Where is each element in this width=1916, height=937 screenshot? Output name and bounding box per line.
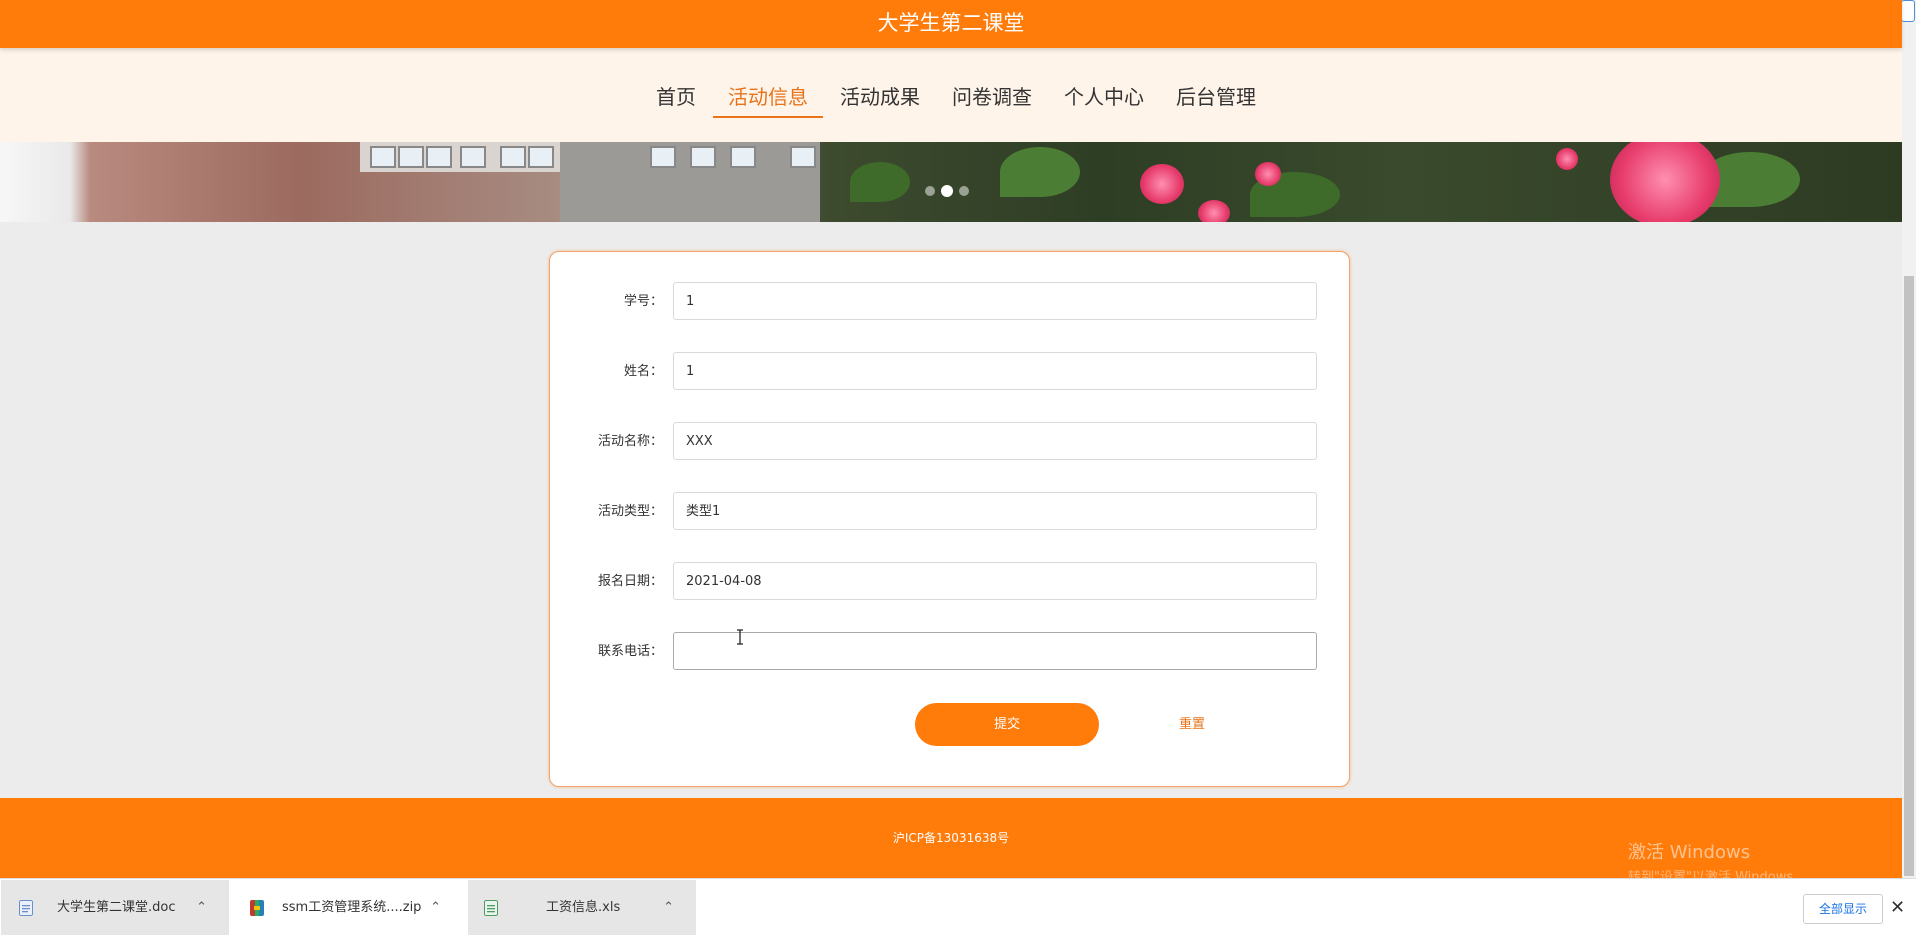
site-footer: 沪ICP备13031638号 (0, 798, 1902, 878)
phone-label: 联系电话： (597, 644, 663, 659)
name-input[interactable]: 1 (673, 352, 1317, 390)
carousel-dot-active[interactable] (941, 185, 953, 197)
signup-form-card: 学号： 1 姓名： 1 活动名称： XXX 活动类型： 类型1 报名日期： 20… (549, 251, 1350, 787)
windows-activation-watermark: 激活 Windows (1628, 842, 1751, 863)
text-cursor-icon (737, 629, 743, 645)
banner-flower (1140, 164, 1184, 204)
page-scrollbar[interactable] (1901, 0, 1916, 878)
download-item-xls[interactable]: 工资信息.xls ⌃ (468, 880, 696, 935)
site-header: 大学生第二课堂 (0, 0, 1902, 48)
phone-input[interactable] (673, 632, 1317, 670)
activity-type-input[interactable]: 类型1 (673, 492, 1317, 530)
nav-item-admin[interactable]: 后台管理 (1161, 81, 1271, 118)
main-nav: 首页 活动信息 活动成果 问卷调查 个人中心 后台管理 (0, 48, 1902, 142)
activity-name-label: 活动名称： (597, 434, 663, 449)
word-doc-icon (19, 900, 33, 916)
activity-type-label: 活动类型： (597, 504, 663, 519)
carousel-indicators (925, 185, 969, 197)
student-id-label: 学号： (623, 294, 663, 309)
signup-date-label: 报名日期： (597, 574, 663, 589)
site-title: 大学生第二课堂 (877, 11, 1025, 35)
nav-item-activity-info[interactable]: 活动信息 (713, 81, 823, 118)
carousel-dot[interactable] (925, 186, 935, 196)
nav-item-activity-results[interactable]: 活动成果 (825, 81, 935, 118)
zip-archive-icon (250, 900, 264, 916)
download-item-zip[interactable]: ssm工资管理系统....zip ⌃ (235, 880, 463, 935)
excel-sheet-icon (484, 900, 498, 916)
download-item-doc[interactable]: 大学生第二课堂.doc ⌃ (1, 880, 229, 935)
student-id-input[interactable]: 1 (673, 282, 1317, 320)
nav-item-home[interactable]: 首页 (641, 81, 711, 118)
activity-name-input[interactable]: XXX (673, 422, 1317, 460)
show-all-downloads-button[interactable]: 全部显示 (1803, 894, 1883, 924)
banner-carousel (0, 142, 1902, 222)
scrollbar-thumb[interactable] (1904, 276, 1914, 876)
download-filename: ssm工资管理系统....zip (282, 900, 422, 915)
close-download-bar-icon[interactable]: ✕ (1890, 894, 1905, 922)
form-row-activity-type: 活动类型： 类型1 (550, 492, 1349, 532)
nav-item-survey[interactable]: 问卷调查 (937, 81, 1047, 118)
chevron-up-icon[interactable]: ⌃ (430, 880, 441, 935)
form-row-signup-date: 报名日期： 2021-04-08 (550, 562, 1349, 602)
form-row-name: 姓名： 1 (550, 352, 1349, 392)
download-filename: 工资信息.xls (546, 900, 621, 915)
chevron-up-icon[interactable]: ⌃ (196, 880, 207, 935)
nav-item-personal-center[interactable]: 个人中心 (1049, 81, 1159, 118)
signup-date-input[interactable]: 2021-04-08 (673, 562, 1317, 600)
scrollbar-top[interactable] (1901, 0, 1915, 22)
form-row-phone: 联系电话： (550, 632, 1349, 672)
download-filename: 大学生第二课堂.doc (57, 900, 176, 915)
carousel-dot[interactable] (959, 186, 969, 196)
download-bar: 大学生第二课堂.doc ⌃ ssm工资管理系统....zip ⌃ 工资信息.xl… (0, 878, 1916, 937)
form-row-activity-name: 活动名称： XXX (550, 422, 1349, 462)
name-label: 姓名： (623, 364, 663, 379)
submit-button[interactable]: 提交 (915, 703, 1099, 746)
icp-record: 沪ICP备13031638号 (892, 831, 1010, 845)
form-row-student-id: 学号： 1 (550, 282, 1349, 322)
chevron-up-icon[interactable]: ⌃ (663, 880, 674, 935)
reset-button[interactable]: 重置 (1100, 703, 1284, 746)
